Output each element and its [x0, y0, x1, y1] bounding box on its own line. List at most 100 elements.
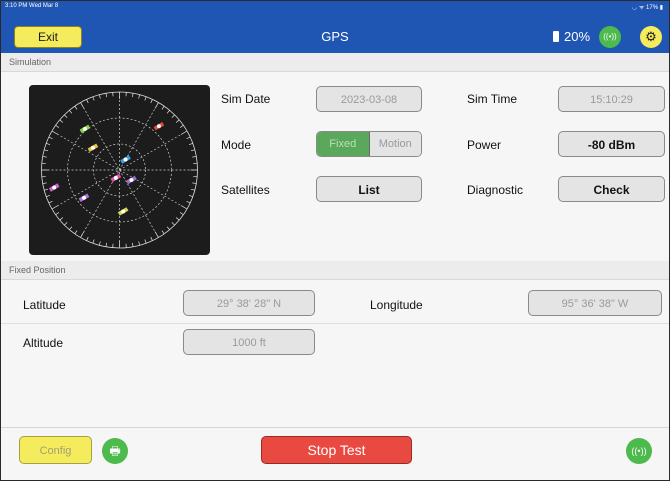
sky-tick	[59, 119, 64, 123]
satellite-body	[90, 145, 95, 150]
wireless-icon[interactable]: ((•))	[599, 26, 621, 48]
sky-tick	[192, 182, 197, 184]
satellites-list-button[interactable]: List	[316, 176, 422, 202]
sky-tick	[138, 94, 141, 99]
section-simulation: Simulation	[1, 53, 669, 72]
altitude-field[interactable]: 1000 ft	[183, 329, 315, 355]
altitude-label: Altitude	[23, 336, 64, 350]
config-button[interactable]: Config	[19, 436, 92, 464]
sky-tick	[55, 124, 60, 128]
sky-tick	[188, 194, 193, 198]
mode-option-motion[interactable]: Motion	[369, 132, 421, 156]
sky-tick	[69, 110, 73, 114]
sky-tick	[190, 188, 195, 191]
sky-tick	[150, 236, 153, 241]
sky-tick	[74, 105, 78, 110]
sky-tick	[161, 105, 165, 110]
sky-tick	[166, 110, 170, 114]
sky-tick	[98, 241, 101, 246]
sky-tick	[74, 230, 78, 235]
satellite-body	[121, 209, 126, 214]
sky-tick	[44, 149, 49, 152]
sky-tick	[59, 217, 64, 221]
sky-tick	[186, 136, 191, 140]
battery-level: 20%	[564, 29, 591, 44]
satellite-body	[129, 178, 134, 183]
sky-tick	[92, 239, 95, 244]
sky-tick	[64, 222, 68, 226]
sky-tick	[48, 200, 53, 204]
latitude-label: Latitude	[23, 298, 66, 312]
sky-tick	[144, 96, 147, 101]
sky-tick	[161, 230, 165, 235]
sim-time-field[interactable]: 15:10:29	[558, 86, 665, 112]
stop-test-button[interactable]: Stop Test	[261, 436, 412, 464]
sim-date-field[interactable]: 2023-03-08	[316, 86, 422, 112]
sim-time-label: Sim Time	[467, 92, 518, 106]
sim-date-label: Sim Date	[221, 92, 271, 106]
sky-plot-svg	[41, 91, 198, 249]
satellite-body	[113, 175, 118, 180]
satellite-body	[52, 185, 57, 190]
row-divider	[1, 323, 669, 324]
satellite-body	[81, 195, 86, 200]
mode-label: Mode	[221, 138, 252, 152]
power-label: Power	[467, 138, 502, 152]
sky-tick	[46, 194, 51, 198]
footer-divider	[1, 427, 669, 428]
mode-option-fixed[interactable]: Fixed	[317, 132, 370, 156]
sky-tick	[46, 142, 51, 146]
sky-tick	[86, 236, 89, 241]
sky-tick	[69, 226, 73, 230]
sky-tick	[175, 217, 180, 221]
satellite-sky-plot	[29, 85, 210, 255]
sky-tick	[190, 149, 195, 152]
sky-tick	[188, 142, 193, 146]
sky-tick	[44, 188, 49, 191]
sky-tick	[166, 226, 170, 230]
battery-indicator: 20%	[553, 29, 590, 44]
sky-tick	[171, 114, 175, 118]
printer-icon[interactable]: 🖶	[102, 438, 128, 464]
satellite-body	[156, 124, 161, 129]
settings-icon[interactable]: ⚙	[640, 26, 662, 48]
sky-tick	[175, 119, 180, 123]
latitude-field[interactable]: 29° 38' 28" N	[183, 290, 315, 316]
sky-tick	[192, 156, 197, 158]
sky-tick	[98, 94, 101, 99]
sky-tick	[105, 93, 107, 98]
sky-tick	[64, 114, 68, 118]
sky-tick	[86, 99, 89, 104]
sky-tick	[138, 241, 141, 246]
satellites-label: Satellites	[221, 183, 270, 197]
sky-tick	[132, 242, 134, 247]
sky-tick	[179, 124, 184, 128]
satellite-body	[82, 126, 87, 131]
header-bar: 3:10 PM Wed Mar 8 ◡ ᯤ 17% ▮ Exit GPS 20%…	[1, 1, 669, 53]
sky-tick	[132, 93, 134, 98]
status-time: 3:10 PM Wed Mar 8	[5, 3, 59, 9]
status-indicators: ◡ ᯤ 17% ▮	[631, 5, 663, 11]
sky-tick	[144, 239, 147, 244]
wireless-icon[interactable]: ((•))	[626, 438, 652, 464]
sky-tick	[186, 200, 191, 204]
gps-screen: 3:10 PM Wed Mar 8 ◡ ᯤ 17% ▮ Exit GPS 20%…	[0, 0, 670, 481]
longitude-field[interactable]: 95° 36' 38" W	[528, 290, 662, 316]
power-button[interactable]: -80 dBm	[558, 131, 665, 157]
sky-tick	[48, 136, 53, 140]
longitude-label: Longitude	[370, 298, 423, 312]
section-fixed-position: Fixed Position	[1, 261, 669, 280]
sky-tick	[92, 96, 95, 101]
sky-tick	[179, 212, 184, 216]
battery-icon	[553, 31, 559, 42]
sky-tick	[105, 242, 107, 247]
sky-tick	[150, 99, 153, 104]
mode-segmented-control[interactable]: Fixed Motion	[316, 131, 422, 157]
sky-tick	[55, 212, 60, 216]
diagnostic-label: Diagnostic	[467, 183, 524, 197]
satellite-body	[123, 157, 128, 162]
diagnostic-check-button[interactable]: Check	[558, 176, 665, 202]
sky-tick	[171, 222, 175, 226]
sky-tick	[42, 156, 47, 158]
sky-tick	[42, 182, 47, 184]
